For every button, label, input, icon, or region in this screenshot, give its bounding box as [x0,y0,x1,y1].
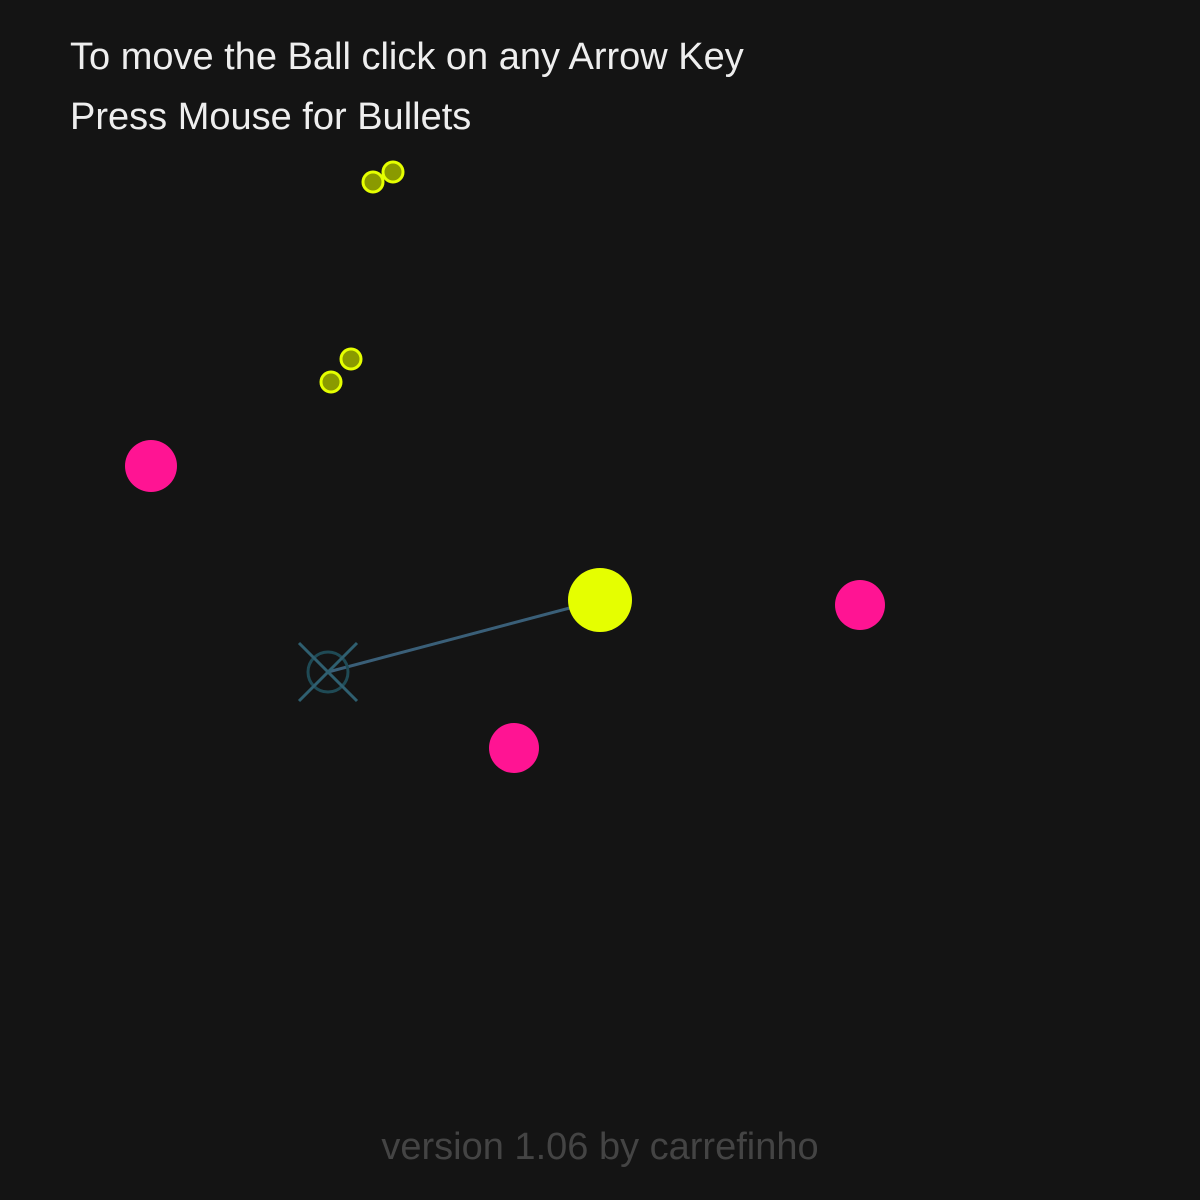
bullet [381,160,405,184]
bullet [319,370,343,394]
enemy-ball [125,440,177,492]
bullet [339,347,363,371]
bullet [361,170,385,194]
enemy-ball [835,580,885,630]
game-scene[interactable] [0,0,1200,1200]
game-canvas[interactable]: To move the Ball click on any Arrow Key … [0,0,1200,1200]
crosshair-icon [297,641,359,703]
player-ball [568,568,632,632]
version-footer: version 1.06 by carrefinho [381,1126,819,1168]
aim-line [327,598,601,674]
enemy-ball [489,723,539,773]
